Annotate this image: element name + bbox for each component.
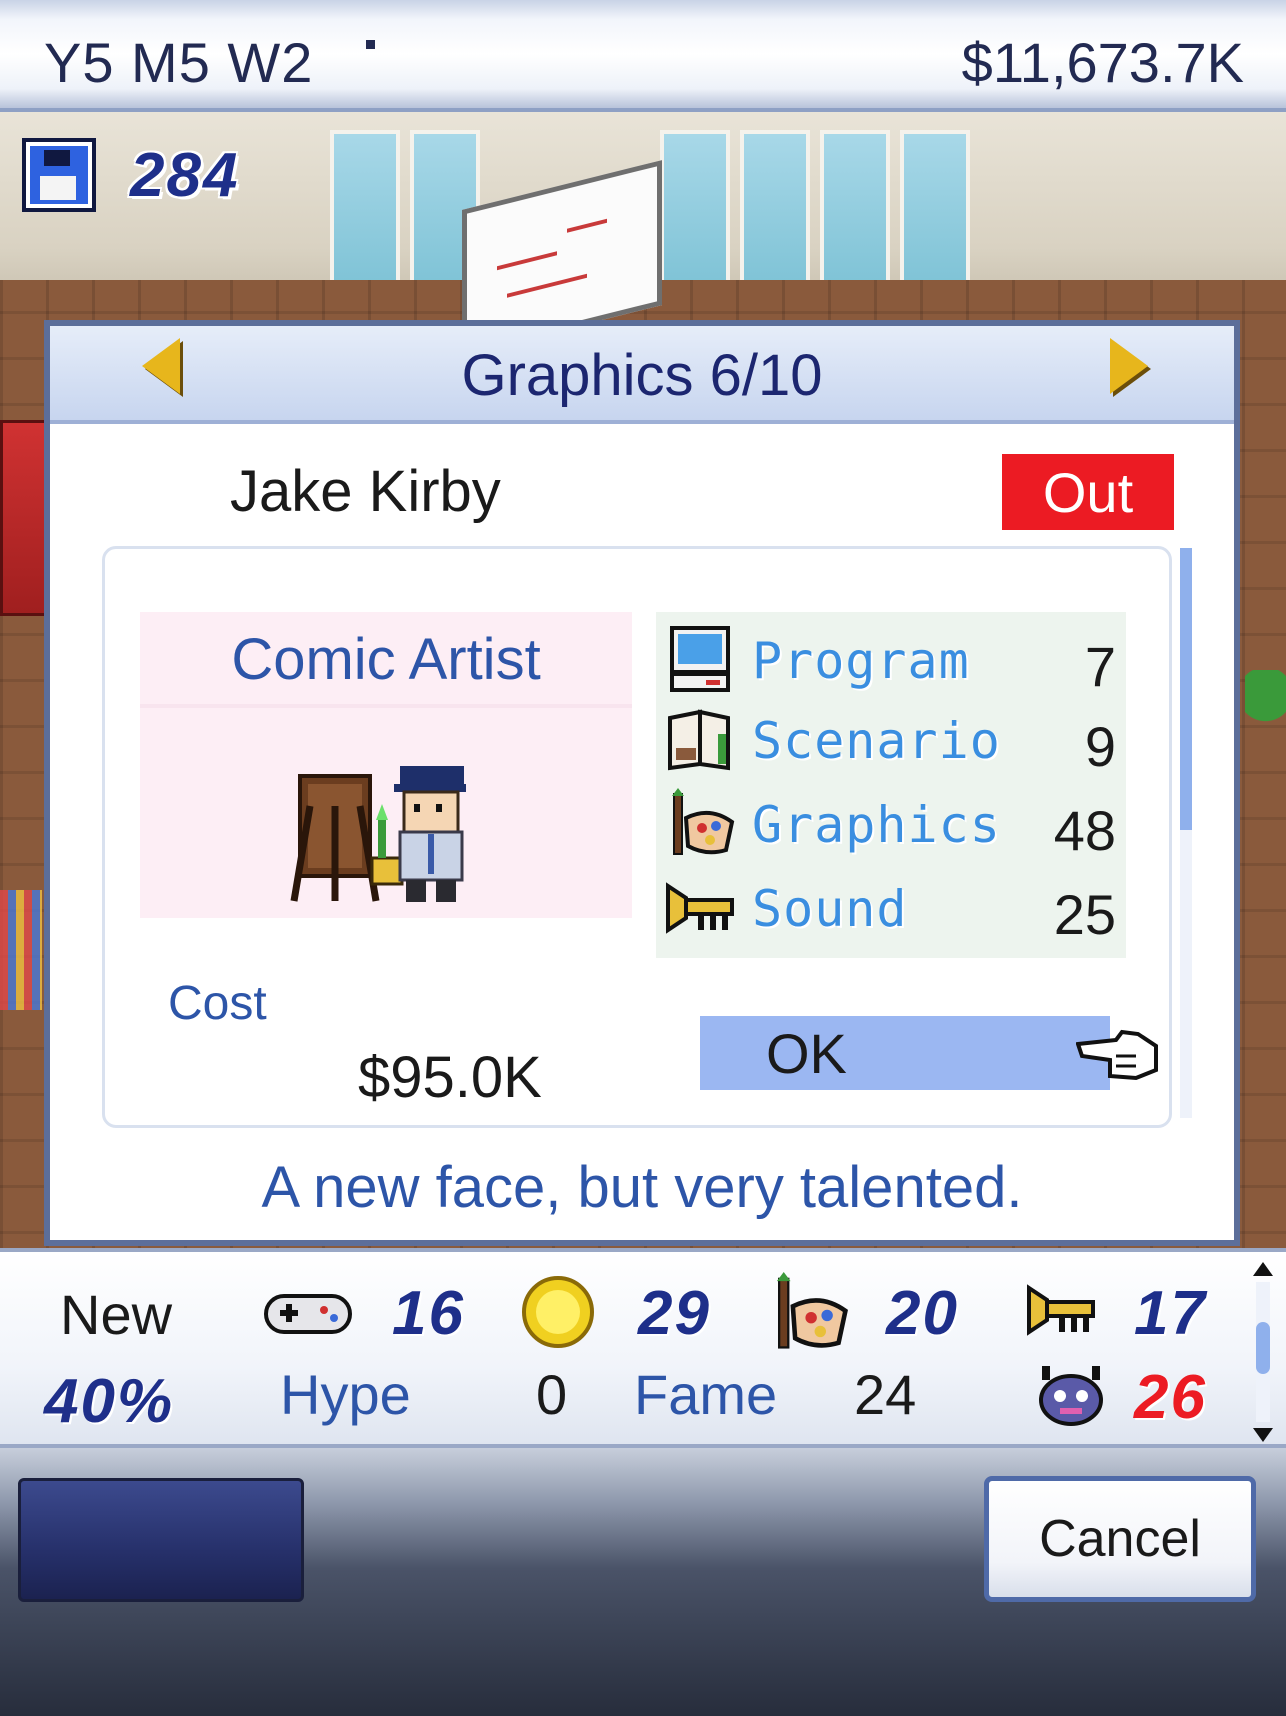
computer-icon bbox=[670, 626, 730, 692]
job-title: Comic Artist bbox=[231, 627, 541, 692]
bookshelf bbox=[0, 890, 42, 1010]
progress-percent: 40% bbox=[44, 1367, 175, 1436]
date-indicator-dot bbox=[366, 40, 375, 49]
fame-value: 24 bbox=[854, 1363, 917, 1426]
stat-value: 7 bbox=[1084, 635, 1116, 698]
trumpet-icon bbox=[666, 882, 734, 934]
stat-value: 48 bbox=[1053, 799, 1116, 862]
bug-icon bbox=[1039, 1366, 1103, 1426]
office-window bbox=[900, 130, 970, 288]
scroll-down-arrow-icon[interactable] bbox=[1253, 1428, 1273, 1442]
bugs-value: 26 bbox=[1134, 1363, 1207, 1432]
sound-value: 17 bbox=[1134, 1279, 1207, 1348]
potted-plant bbox=[1245, 670, 1286, 750]
paint-palette-icon bbox=[672, 788, 735, 855]
hype-label: Hype bbox=[280, 1363, 411, 1426]
hire-staff-dialog: Graphics 6/10 Jake Kirby Out Comic Artis… bbox=[44, 320, 1240, 1246]
cost-value: $95.0K bbox=[358, 1045, 542, 1110]
creativity-value: 29 bbox=[638, 1279, 711, 1348]
office-window bbox=[660, 130, 730, 288]
cost-label: Cost bbox=[168, 977, 267, 1030]
job-panel: Comic Artist bbox=[140, 612, 632, 918]
card-scrollbar[interactable] bbox=[1180, 548, 1192, 1118]
floppy-disk-icon bbox=[22, 138, 96, 212]
hype-value: 0 bbox=[536, 1363, 568, 1426]
ok-button[interactable]: OK bbox=[700, 1016, 1110, 1090]
blank-button[interactable] bbox=[18, 1478, 304, 1602]
top-status-bar: Y5 M5 W2 $11,673.7K bbox=[0, 0, 1286, 112]
gold-coin-icon bbox=[522, 1276, 594, 1348]
skill-stats-panel: Program 7 Scenario 9 Graphics 48 Sound 2… bbox=[656, 612, 1126, 958]
project-state: New bbox=[60, 1283, 173, 1346]
paint-palette-icon bbox=[776, 1272, 848, 1349]
research-points-counter: 284 bbox=[130, 141, 240, 210]
stat-label: Scenario bbox=[752, 712, 1001, 770]
flavor-text: A new face, but very talented. bbox=[261, 1155, 1023, 1220]
stat-label: Graphics bbox=[752, 796, 1001, 854]
scrollbar-thumb[interactable] bbox=[1180, 548, 1192, 830]
dialog-header: Graphics 6/10 bbox=[50, 326, 1234, 424]
funds-display: $11,673.7K bbox=[961, 31, 1244, 94]
stat-value: 25 bbox=[1053, 883, 1116, 946]
divider bbox=[140, 704, 632, 708]
bottom-action-bar: Cancel bbox=[0, 1448, 1286, 1716]
office-window bbox=[330, 130, 400, 288]
fame-label: Fame bbox=[634, 1363, 778, 1426]
stat-row-sound: Sound 25 bbox=[656, 866, 1126, 946]
game-project-status-panel: New 40% 16 29 20 17 Hype 0 Fame 24 26 bbox=[0, 1248, 1286, 1448]
stat-value: 9 bbox=[1084, 715, 1116, 778]
comic-artist-portrait bbox=[290, 766, 466, 902]
stat-row-scenario: Scenario 9 bbox=[656, 698, 1126, 778]
status-badge: Out bbox=[1002, 454, 1174, 530]
pointing-hand-icon bbox=[1076, 1029, 1158, 1081]
stat-label: Program bbox=[752, 632, 970, 690]
staff-name: Jake Kirby bbox=[230, 459, 501, 524]
next-arrow-icon[interactable] bbox=[1110, 338, 1148, 394]
trumpet-icon bbox=[1027, 1284, 1095, 1336]
stat-row-program: Program 7 bbox=[656, 618, 1126, 698]
game-date: Y5 M5 W2 bbox=[44, 31, 314, 94]
stat-label: Sound bbox=[752, 880, 908, 938]
scrollbar-thumb[interactable] bbox=[1256, 1322, 1270, 1374]
fun-value: 16 bbox=[392, 1279, 465, 1348]
office-window bbox=[740, 130, 810, 288]
status-panel-scrollbar[interactable] bbox=[1250, 1262, 1276, 1442]
stat-row-graphics: Graphics 48 bbox=[656, 782, 1126, 862]
cancel-button[interactable]: Cancel bbox=[984, 1476, 1256, 1602]
scroll-up-arrow-icon[interactable] bbox=[1253, 1262, 1273, 1276]
controller-icon bbox=[264, 1294, 352, 1334]
graphics-value: 20 bbox=[886, 1279, 959, 1348]
office-window bbox=[820, 130, 890, 288]
book-icon bbox=[668, 709, 730, 771]
dialog-title: Graphics 6/10 bbox=[461, 343, 823, 408]
